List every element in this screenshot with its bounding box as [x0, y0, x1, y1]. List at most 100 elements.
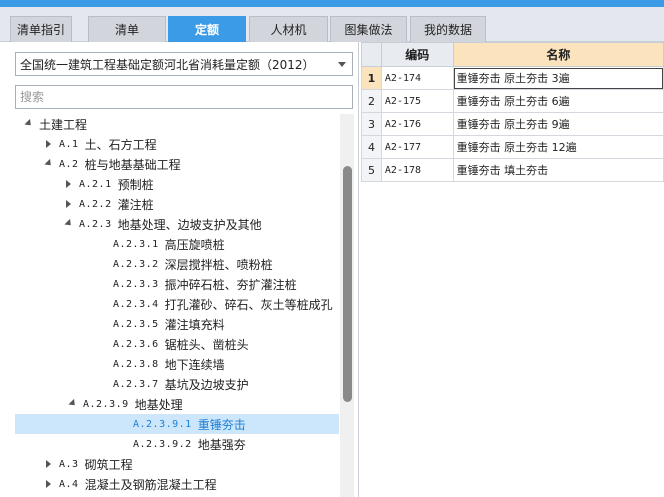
- tree-node-label: 地基强夯: [197, 437, 246, 452]
- code-cell[interactable]: A2-177: [380, 135, 454, 159]
- row-number[interactable]: 5: [361, 158, 382, 182]
- row-number[interactable]: 4: [361, 135, 382, 159]
- table-row[interactable]: 3 A2-176 重锤夯击 原土夯击 9遍: [361, 112, 664, 136]
- tree-node[interactable]: A.2.3.9 地基处理: [15, 394, 339, 414]
- tree-node-label: 预制桩: [117, 177, 154, 192]
- tree-node-label: 土建工程: [39, 117, 88, 132]
- quota-tree: 土建工程 A.1 土、石方工程 A.2 桩与地基基础工程 A.2.1 预制桩 A.2.2 灌注桩…: [15, 114, 339, 497]
- tree-node[interactable]: A.2.3.7 基坑及边坡支护: [15, 374, 339, 394]
- name-cell[interactable]: 重锤夯击 原土夯击 6遍: [452, 89, 664, 113]
- name-cell[interactable]: 重锤夯击 原土夯击 3遍: [452, 66, 664, 90]
- row-number-header: [361, 42, 382, 67]
- tree-node[interactable]: A.2.3.8 地下连续墙: [15, 354, 339, 374]
- tree-node-label: 混凝土及钢筋混凝土工程: [84, 477, 217, 492]
- tree-node-code: A.4: [59, 478, 79, 490]
- tree-node-label: 灌注填充料: [164, 317, 225, 332]
- quota-library-select[interactable]: 全国统一建筑工程基础定额河北省消耗量定额（2012）: [15, 52, 353, 76]
- tree-node-code: A.2.3.3: [113, 278, 159, 290]
- search-input[interactable]: [15, 85, 353, 109]
- tree-node-code: A.3: [59, 458, 79, 470]
- quota-table-panel: 编码 名称 1 A2-174 重锤夯击 原土夯击 3遍 2 A2-175 重锤夯击 原土夯…: [361, 42, 664, 497]
- code-column-header[interactable]: 编码: [380, 42, 454, 67]
- tab-labor-material-machine[interactable]: 人材机: [249, 16, 328, 42]
- tree-node[interactable]: A.2.1 预制桩: [15, 174, 339, 194]
- tree-node[interactable]: A.2.3.3 振冲碎石桩、夯扩灌注桩: [15, 274, 339, 294]
- tree-node[interactable]: A.2 桩与地基基础工程: [15, 154, 339, 174]
- tree-node-code: A.2.3.8: [113, 358, 159, 370]
- tree-node[interactable]: A.1 土、石方工程: [15, 134, 339, 154]
- tree-node-code: A.2.3.5: [113, 318, 159, 330]
- tree-node-label: 锯桩头、凿桩头: [164, 337, 249, 352]
- tree-node[interactable]: A.2.3 地基处理、边坡支护及其他: [15, 214, 339, 234]
- table-header-row: 编码 名称: [361, 42, 664, 67]
- tree-node-label: 灌注桩: [117, 197, 154, 212]
- tree-node-label: 砌筑工程: [84, 457, 133, 472]
- tree-node[interactable]: A.2.3.4 打孔灌砂、碎石、灰土等桩成孔: [15, 294, 339, 314]
- quota-table: 编码 名称 1 A2-174 重锤夯击 原土夯击 3遍 2 A2-175 重锤夯击 原土夯…: [361, 42, 664, 182]
- expanded-arrow-icon[interactable]: [67, 398, 79, 410]
- tree-node-label: 深层搅拌桩、喷粉桩: [164, 257, 273, 272]
- expanded-arrow-icon[interactable]: [63, 218, 75, 230]
- tree-node-code: A.2.3: [79, 218, 112, 230]
- collapsed-arrow-icon[interactable]: [43, 458, 55, 470]
- tree-node[interactable]: A.2.3.1 高压旋喷桩: [15, 234, 339, 254]
- table-row[interactable]: 4 A2-177 重锤夯击 原土夯击 12遍: [361, 135, 664, 159]
- code-cell[interactable]: A2-175: [380, 89, 454, 113]
- code-cell[interactable]: A2-178: [380, 158, 454, 182]
- tab-quota[interactable]: 定额: [168, 16, 246, 42]
- tree-node-label: 振冲碎石桩、夯扩灌注桩: [164, 277, 297, 292]
- tree-node-label: 土、石方工程: [84, 137, 157, 152]
- tree-node-label: 基坑及边坡支护: [164, 377, 249, 392]
- tree-node-label: 地基处理: [134, 397, 183, 412]
- table-row[interactable]: 2 A2-175 重锤夯击 原土夯击 6遍: [361, 89, 664, 113]
- name-cell[interactable]: 重锤夯击 原土夯击 12遍: [452, 135, 664, 159]
- tree-node[interactable]: A.2.3.2 深层搅拌桩、喷粉桩: [15, 254, 339, 274]
- tree-node-label: 桩与地基基础工程: [84, 157, 181, 172]
- tree-scrollbar[interactable]: [340, 114, 354, 497]
- scrollbar-thumb[interactable]: [343, 166, 352, 402]
- tree-node[interactable]: A.2.3.6 锯桩头、凿桩头: [15, 334, 339, 354]
- tree-node-label: 高压旋喷桩: [164, 237, 225, 252]
- collapsed-arrow-icon[interactable]: [63, 178, 75, 190]
- code-cell[interactable]: A2-176: [380, 112, 454, 136]
- name-cell[interactable]: 重锤夯击 原土夯击 9遍: [452, 112, 664, 136]
- tree-node[interactable]: A.2.3.9.2 地基强夯: [15, 434, 339, 454]
- table-row[interactable]: 1 A2-174 重锤夯击 原土夯击 3遍: [361, 66, 664, 90]
- tree-node-label: 打孔灌砂、碎石、灰土等桩成孔: [164, 297, 333, 312]
- tab-bar: 清单指引 清单 定额 人材机 图集做法 我的数据: [0, 7, 664, 42]
- tab-list-guide[interactable]: 清单指引: [10, 16, 72, 42]
- name-cell[interactable]: 重锤夯击 填土夯击: [452, 158, 664, 182]
- tree-node-code: A.2.1: [79, 178, 112, 190]
- tab-atlas-method[interactable]: 图集做法: [330, 16, 407, 42]
- tab-bill[interactable]: 清单: [88, 16, 166, 42]
- collapsed-arrow-icon[interactable]: [63, 198, 75, 210]
- top-accent-bar: [0, 0, 664, 7]
- tree-node-code: A.2.3.2: [113, 258, 159, 270]
- tree-node-code: A.2.3.9: [83, 398, 129, 410]
- row-number[interactable]: 1: [361, 66, 382, 90]
- tree-node[interactable]: A.2.3.9.1 重锤夯击: [15, 414, 339, 434]
- name-column-header[interactable]: 名称: [452, 42, 664, 67]
- tree-node-label: 地基处理、边坡支护及其他: [117, 217, 262, 232]
- row-number[interactable]: 2: [361, 89, 382, 113]
- tree-node-code: A.2.3.4: [113, 298, 159, 310]
- expanded-arrow-icon[interactable]: [23, 118, 35, 130]
- collapsed-arrow-icon[interactable]: [43, 138, 55, 150]
- tree-node-code: A.2.3.7: [113, 378, 159, 390]
- expanded-arrow-icon[interactable]: [43, 158, 55, 170]
- tree-node[interactable]: A.4 混凝土及钢筋混凝土工程: [15, 474, 339, 494]
- chevron-down-icon[interactable]: [338, 62, 346, 67]
- tree-node[interactable]: A.3 砌筑工程: [15, 454, 339, 474]
- collapsed-arrow-icon[interactable]: [43, 478, 55, 490]
- tree-node[interactable]: 土建工程: [15, 114, 339, 134]
- table-row[interactable]: 5 A2-178 重锤夯击 填土夯击: [361, 158, 664, 182]
- code-cell[interactable]: A2-174: [380, 66, 454, 90]
- tree-node-code: A.2.3.9.2: [133, 438, 192, 450]
- tree-node-label: 重锤夯击: [197, 417, 246, 432]
- tree-node[interactable]: A.2.3.5 灌注填充料: [15, 314, 339, 334]
- quota-library-value: 全国统一建筑工程基础定额河北省消耗量定额（2012）: [20, 57, 315, 72]
- tab-my-data[interactable]: 我的数据: [410, 16, 486, 42]
- tree-node[interactable]: A.2.2 灌注桩: [15, 194, 339, 214]
- row-number[interactable]: 3: [361, 112, 382, 136]
- quota-tree-panel: 全国统一建筑工程基础定额河北省消耗量定额（2012） 土建工程 A.1 土、石方工程…: [7, 42, 359, 497]
